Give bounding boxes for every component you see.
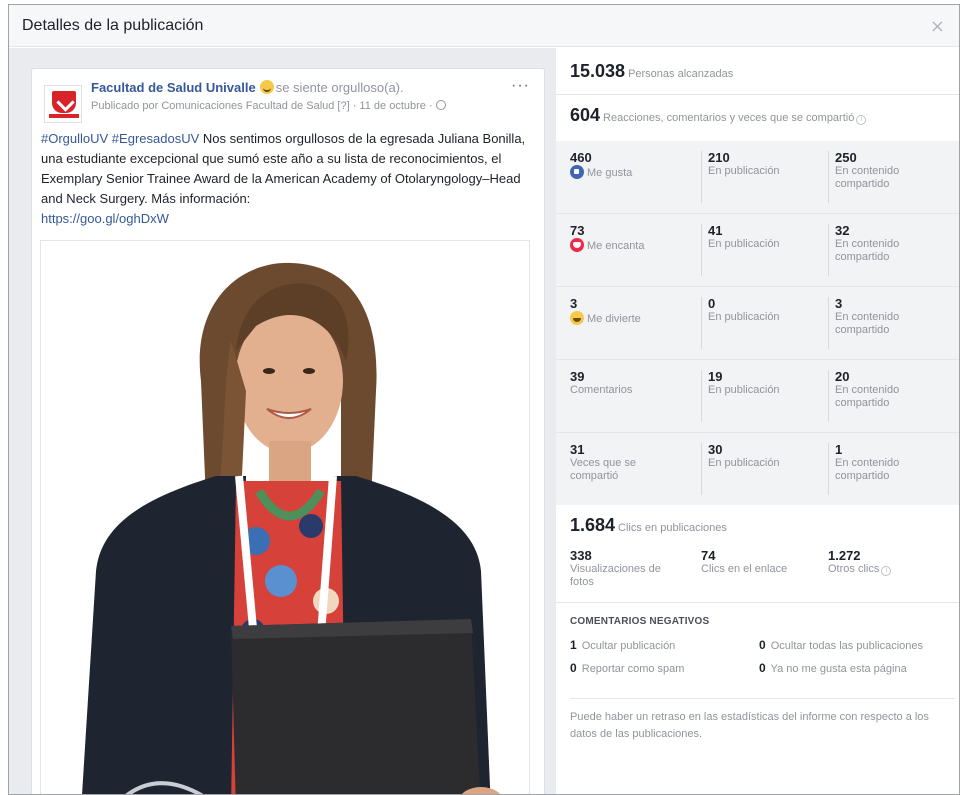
loves-total: 73 xyxy=(570,223,585,238)
engagement-label: Reacciones, comentarios y veces que se c… xyxy=(603,112,855,124)
info-icon[interactable]: i xyxy=(881,566,892,576)
comments-shared: 20 xyxy=(835,369,850,384)
likes-in-post: 210 xyxy=(708,150,730,165)
engagement-summary: 604 Reacciones, comentarios y veces que s… xyxy=(570,105,867,126)
post-meta-text: Publicado por Comunicaciones Facultad de… xyxy=(91,100,433,112)
post-details-dialog: Detalles de la publicación × Facultad de… xyxy=(8,4,960,795)
hide-post-stat: 1 Ocultar publicación xyxy=(570,638,676,652)
post-preview-pane: Facultad de Salud Univalle se siente orgu… xyxy=(9,48,556,794)
stat-row-comments: 39 Comentarios 19 En publicación 20 En cont… xyxy=(556,360,959,433)
shares-shared: 1 xyxy=(835,442,843,457)
haha-shared: 3 xyxy=(835,296,843,311)
proud-emoji-icon xyxy=(259,80,274,94)
in-post-label: En publicación xyxy=(708,384,780,396)
in-post-label: En publicación xyxy=(708,238,780,250)
post-text: #OrgulloUV #EgresadosUV Nos sentimos org… xyxy=(41,129,539,229)
shared-label: En contenido compartido xyxy=(835,311,900,336)
likes-shared: 250 xyxy=(835,150,857,165)
stat-row-likes: 460 Me gusta 210 En publicación 250 En cont… xyxy=(556,141,959,214)
haha-total: 3 xyxy=(570,296,578,311)
in-post-label: En publicación xyxy=(708,457,780,469)
comments-total: 39 xyxy=(570,369,585,384)
negative-feedback-title: COMENTARIOS NEGATIVOS xyxy=(570,616,710,627)
hashtags[interactable]: #OrgulloUV #EgresadosUV xyxy=(41,131,199,146)
clicks-label: Clics en publicaciones xyxy=(618,522,727,534)
page-name-link[interactable]: Facultad de Salud Univalle xyxy=(91,80,256,95)
reach-label: Personas alcanzadas xyxy=(628,68,734,80)
woman-holding-diploma-photo xyxy=(41,241,529,794)
haha-icon xyxy=(570,311,584,325)
stat-row-loves: 73 Me encanta 41 En publicación 32 En conte… xyxy=(556,214,959,287)
comments-label: Comentarios xyxy=(570,384,633,396)
stats-delay-note: Puede haber un retraso en las estadístic… xyxy=(570,698,955,743)
dialog-title: Detalles de la publicación xyxy=(22,17,204,34)
feeling-text: se siente orgulloso(a). xyxy=(275,80,404,95)
clicks-summary: 1.684 Clics en publicaciones xyxy=(570,515,727,536)
shared-label: En contenido compartido xyxy=(835,384,900,409)
post-link[interactable]: https://goo.gl/oghDxW xyxy=(41,211,169,226)
comments-in-post: 19 xyxy=(708,369,723,384)
reach-summary: 15.038 Personas alcanzadas xyxy=(570,61,733,82)
info-icon[interactable]: i xyxy=(856,115,867,125)
clicks-section: 1.684 Clics en publicaciones 338 Visualiza… xyxy=(556,505,959,602)
shares-in-post: 30 xyxy=(708,442,723,457)
haha-label: Me divierte xyxy=(587,313,641,325)
page-logo[interactable] xyxy=(44,85,82,123)
globe-icon xyxy=(435,100,446,110)
post-header: Facultad de Salud Univalle se siente orgu… xyxy=(91,80,404,95)
post-meta: Publicado por Comunicaciones Facultad de… xyxy=(91,100,446,112)
in-post-label: En publicación xyxy=(708,311,780,323)
post-photo[interactable] xyxy=(40,240,530,794)
more-options-icon[interactable]: ··· xyxy=(511,77,530,95)
hide-all-posts-stat: 0 Ocultar todas las publicaciones xyxy=(759,638,923,652)
shared-label: En contenido compartido xyxy=(835,238,900,263)
engagement-value: 604 xyxy=(570,105,601,125)
stat-row-haha: 3 Me divierte 0 En publicación 3 En conteni… xyxy=(556,287,959,360)
dialog-header: Detalles de la publicación × xyxy=(9,5,959,47)
post-stats-pane: 15.038 Personas alcanzadas 604 Reacciones,… xyxy=(556,48,959,794)
like-icon xyxy=(570,165,584,179)
reactions-grid: 460 Me gusta 210 En publicación 250 En cont… xyxy=(556,141,959,506)
stat-row-shares: 31 Veces que se compartió 30 En publicació… xyxy=(556,433,959,506)
loves-shared: 32 xyxy=(835,223,850,238)
other-clicks-stat: 1.272 Otros clics i xyxy=(828,549,953,576)
love-icon xyxy=(570,238,584,252)
report-spam-stat: 0 Reportar como spam xyxy=(570,661,685,675)
shared-label: En contenido compartido xyxy=(835,165,900,190)
in-post-label: En publicación xyxy=(708,165,780,177)
post-card: Facultad de Salud Univalle se siente orgu… xyxy=(31,68,545,794)
link-clicks-stat: 74 Clics en el enlace xyxy=(701,548,788,575)
close-icon[interactable]: × xyxy=(930,16,945,37)
likes-total: 460 xyxy=(570,150,592,165)
likes-label: Me gusta xyxy=(587,167,633,179)
loves-in-post: 41 xyxy=(708,223,723,238)
shared-label: En contenido compartido xyxy=(835,457,900,482)
haha-in-post: 0 xyxy=(708,296,716,311)
photo-views-stat: 338 Visualizaciones de fotos xyxy=(570,548,661,588)
negative-feedback-section: COMENTARIOS NEGATIVOS 1 Ocultar publicac… xyxy=(556,602,959,692)
clicks-value: 1.684 xyxy=(570,515,616,535)
shield-icon xyxy=(52,91,76,113)
shares-label: Veces que se compartió xyxy=(570,457,637,482)
reach-value: 15.038 xyxy=(570,61,626,81)
unlike-page-stat: 0 Ya no me gusta esta página xyxy=(759,661,907,675)
shares-total: 31 xyxy=(570,442,585,457)
loves-label: Me encanta xyxy=(587,240,645,252)
